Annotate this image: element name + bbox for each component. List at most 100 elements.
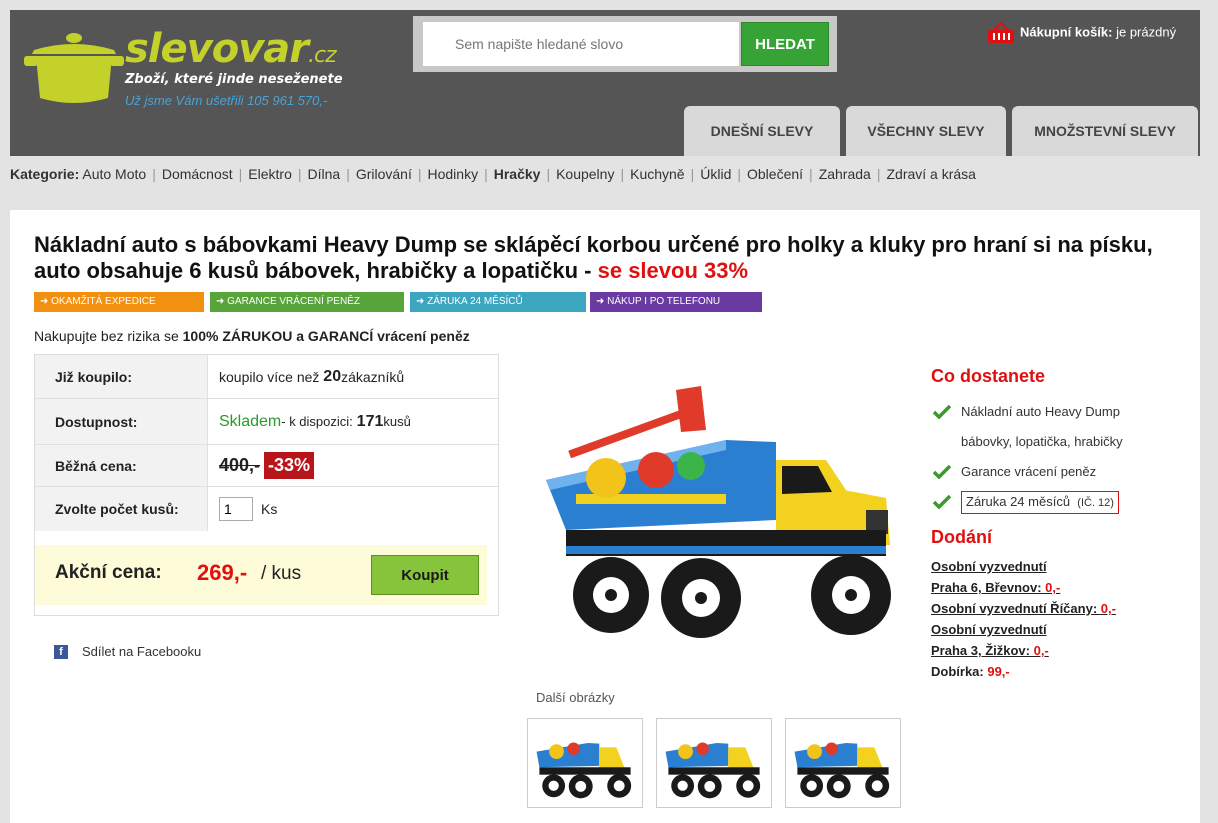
facebook-share-link[interactable]: f Sdílet na Facebooku — [54, 644, 201, 659]
savings-counter: Už jsme Vám ušetřili 105 961 570,- — [125, 93, 328, 108]
search-bar: HLEDAT — [413, 16, 837, 72]
tab-todays-deals[interactable]: DNEŠNÍ SLEVY — [684, 106, 840, 156]
info-row-regular-price: Běžná cena: 400,- -33% — [35, 445, 498, 487]
delivery-option[interactable]: Osobní vyzvednutí — [931, 556, 1191, 577]
action-price-label: Akční cena: — [55, 562, 162, 583]
buy-button[interactable]: Koupit — [371, 555, 479, 595]
regular-price-label: Běžná cena: — [35, 445, 208, 486]
quantity-label: Zvolte počet kusů: — [35, 487, 208, 531]
bought-value: koupilo více než 20 zákazníků — [219, 367, 405, 385]
included-items-list: Nákladní auto Heavy Dump bábovky, lopati… — [931, 397, 1191, 517]
category-link[interactable]: Domácnost — [162, 166, 233, 182]
category-link[interactable]: Zdraví a krása — [886, 166, 975, 182]
brand-name[interactable]: slevovar.cz — [125, 26, 337, 72]
delivery-options: Osobní vyzvednutí Praha 6, Břevnov: 0,- Os… — [931, 556, 1191, 682]
category-link[interactable]: Hračky — [494, 166, 541, 182]
badge-instant-dispatch: ➜ OKAMŽITÁ EXPEDICE — [34, 292, 204, 312]
search-button[interactable]: HLEDAT — [741, 22, 829, 66]
warranty-box: Záruka 24 měsíců (IČ. 12) — [961, 491, 1119, 514]
guarantee-line: Nakupujte bez rizika se 100% ZÁRUKOU a G… — [34, 328, 470, 344]
category-link[interactable]: Dílna — [308, 166, 341, 182]
cart-status: je prázdný — [1116, 24, 1177, 40]
category-link[interactable]: Auto Moto — [82, 166, 146, 182]
action-price: 269,- — [197, 560, 248, 585]
category-separator: | — [620, 166, 625, 182]
category-separator: | — [484, 166, 488, 182]
search-input[interactable] — [423, 22, 739, 66]
category-link[interactable]: Koupelny — [556, 166, 614, 182]
category-separator: | — [238, 166, 243, 182]
info-row-availability: Dostupnost: Skladem - k dispozici: 171 k… — [35, 399, 498, 445]
tab-all-deals[interactable]: VŠECHNY SLEVY — [846, 106, 1006, 156]
tab-quantity-deals[interactable]: MNOŽSTEVNÍ SLEVY — [1012, 106, 1198, 156]
availability-label: Dostupnost: — [35, 399, 208, 444]
checkmark-icon — [933, 495, 951, 509]
regular-price-value: 400,- -33% — [219, 445, 315, 486]
delivery-option: Dobírka: 99,- — [931, 664, 1010, 679]
category-link[interactable]: Kuchyně — [630, 166, 684, 182]
basket-icon — [988, 22, 1014, 43]
quantity-unit: Ks — [261, 501, 278, 517]
included-item: Garance vrácení peněz — [931, 457, 1191, 487]
included-item: Záruka 24 měsíců (IČ. 12) — [931, 487, 1191, 517]
category-link[interactable]: Úklid — [700, 166, 731, 182]
category-link[interactable]: Elektro — [248, 166, 292, 182]
delivery-heading: Dodání — [931, 527, 992, 547]
category-separator: | — [546, 166, 551, 182]
product-panel: Nákladní auto s bábovkami Heavy Dump se … — [10, 210, 1200, 823]
product-image[interactable] — [526, 370, 926, 670]
old-price: 400,- — [219, 455, 261, 475]
discount-badge: -33% — [264, 452, 315, 479]
pot-logo-icon[interactable] — [24, 28, 124, 108]
availability-value: Skladem - k dispozici: 171 kusů — [219, 412, 411, 430]
product-title: Nákladní auto s bábovkami Heavy Dump se … — [34, 232, 1153, 283]
category-link[interactable]: Zahrada — [819, 166, 871, 182]
delivery-price: 0,- — [1033, 643, 1049, 658]
category-link[interactable]: Oblečení — [747, 166, 803, 182]
what-you-get-heading: Co dostanete — [931, 366, 1046, 386]
checkmark-icon — [933, 465, 951, 479]
delivery-option[interactable]: Praha 3, Žižkov: 0,- — [931, 640, 1191, 661]
delivery-option[interactable]: Praha 6, Břevnov: 0,- — [931, 577, 1191, 598]
quantity-input[interactable] — [219, 497, 253, 521]
checkmark-icon — [933, 405, 951, 419]
badge-warranty: ➜ ZÁRUKA 24 MĚSÍCŮ — [410, 292, 586, 312]
category-separator: | — [417, 166, 422, 182]
facebook-icon: f — [54, 644, 68, 659]
brand-tagline: Zboží, které jinde neseženete — [125, 72, 343, 87]
action-price-unit: / kus — [261, 563, 302, 584]
category-link[interactable]: Grilování — [356, 166, 412, 182]
discount-text: se slevou 33% — [597, 258, 749, 283]
category-separator: | — [152, 166, 156, 182]
info-row-quantity: Zvolte počet kusů: Ks — [35, 487, 498, 531]
action-price-box: Akční cena: 269,- / kus Koupit — [35, 545, 487, 605]
delivery-price: 0,- — [1045, 580, 1061, 595]
truck-thumbnail-icon — [665, 742, 761, 799]
product-sidebar: Co dostanete Nákladní auto Heavy Dump bá… — [931, 366, 1191, 682]
facebook-share-label: Sdílet na Facebooku — [82, 644, 202, 659]
truck-thumbnail-icon — [536, 742, 632, 799]
badge-money-back: ➜ GARANCE VRÁCENÍ PENĚZ — [210, 292, 404, 312]
shopping-cart[interactable]: Nákupní košík: je prázdný — [986, 22, 1176, 44]
gallery-thumbnail[interactable] — [656, 718, 772, 808]
truck-thumbnail-icon — [794, 742, 890, 799]
gallery-thumbnail[interactable] — [785, 718, 901, 808]
more-images-label: Další obrázky — [536, 690, 615, 705]
delivery-option[interactable]: Osobní vyzvednutí — [931, 619, 1191, 640]
category-separator: | — [690, 166, 695, 182]
delivery-price: 99,- — [987, 664, 1010, 679]
bought-label: Již koupilo: — [35, 355, 208, 398]
gallery-thumbnail[interactable] — [527, 718, 643, 808]
product-info-table: Již koupilo: koupilo více než 20 zákazní… — [34, 354, 499, 616]
category-separator: | — [297, 166, 302, 182]
delivery-option[interactable]: Osobní vyzvednutí Říčany: 0,- — [931, 598, 1191, 619]
site-header: slevovar.cz Zboží, které jinde neseženet… — [10, 10, 1200, 156]
category-separator: | — [346, 166, 350, 182]
category-separator: | — [809, 166, 813, 182]
stock-status: Skladem — [219, 412, 282, 430]
category-link[interactable]: Hodinky — [428, 166, 479, 182]
category-title: Kategorie: — [10, 166, 80, 182]
category-separator: | — [737, 166, 741, 182]
category-separator: | — [876, 166, 881, 182]
info-row-bought: Již koupilo: koupilo více než 20 zákazní… — [35, 355, 498, 399]
